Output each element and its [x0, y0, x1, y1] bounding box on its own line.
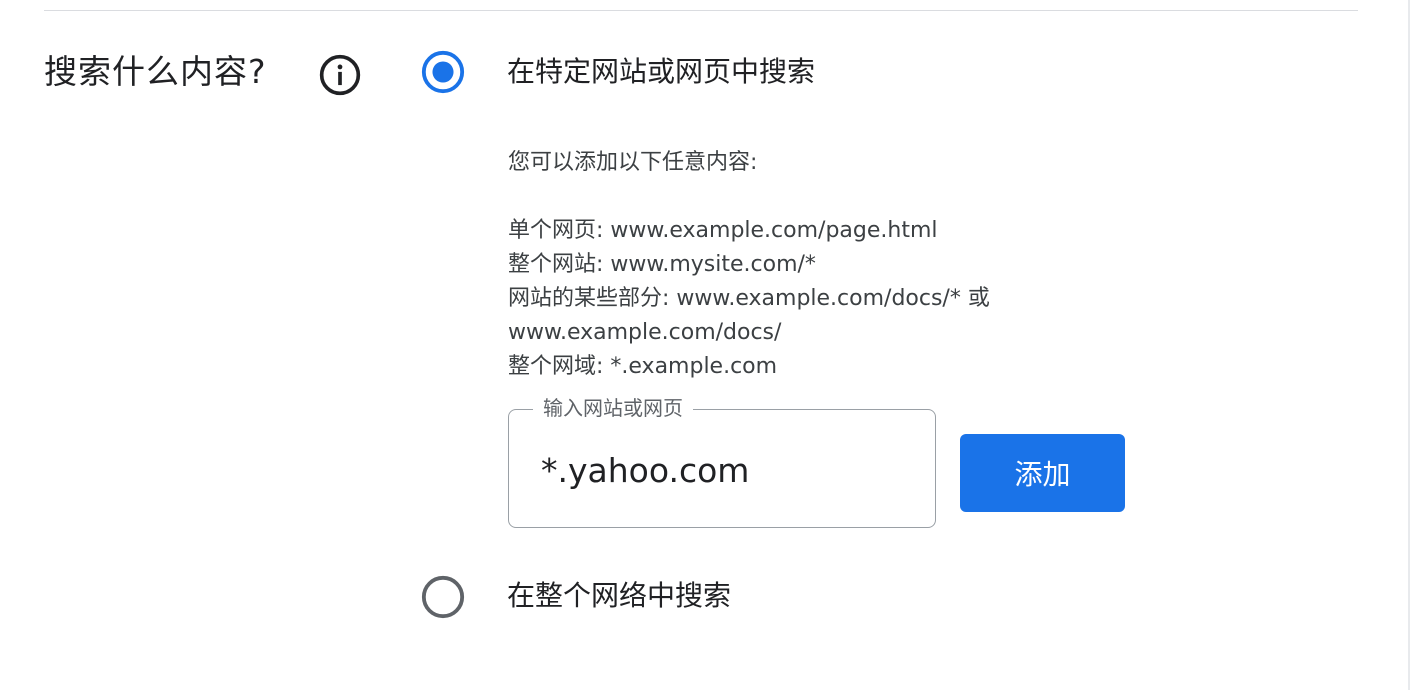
radio-entire-web[interactable]	[420, 574, 466, 620]
top-divider	[44, 10, 1358, 11]
option-label-specific-sites[interactable]: 在特定网站或网页中搜索	[507, 50, 815, 94]
help-line-whole-site: 整个网站: www.mysite.com/*	[508, 252, 816, 277]
section-title: 搜索什么内容?	[44, 52, 267, 91]
add-button[interactable]: 添加	[960, 434, 1125, 512]
option-label-entire-web[interactable]: 在整个网络中搜索	[507, 574, 731, 618]
site-input-value[interactable]: *.yahoo.com	[541, 449, 749, 493]
help-examples: 单个网页: www.example.com/page.html 整个网站: ww…	[508, 214, 1108, 384]
help-line-single-page: 单个网页: www.example.com/page.html	[508, 218, 938, 243]
site-input-field[interactable]: 输入网站或网页 *.yahoo.com	[508, 393, 936, 528]
site-input-label: 输入网站或网页	[533, 393, 693, 423]
help-line-whole-domain: 整个网域: *.example.com	[508, 354, 778, 379]
info-icon[interactable]	[318, 53, 362, 97]
scrollbar-edge	[1408, 0, 1410, 690]
help-intro: 您可以添加以下任意内容:	[508, 150, 758, 175]
help-line-site-section-cont: www.example.com/docs/	[508, 320, 782, 345]
radio-specific-sites[interactable]	[420, 49, 466, 95]
help-line-site-section: 网站的某些部分: www.example.com/docs/* 或	[508, 286, 990, 311]
